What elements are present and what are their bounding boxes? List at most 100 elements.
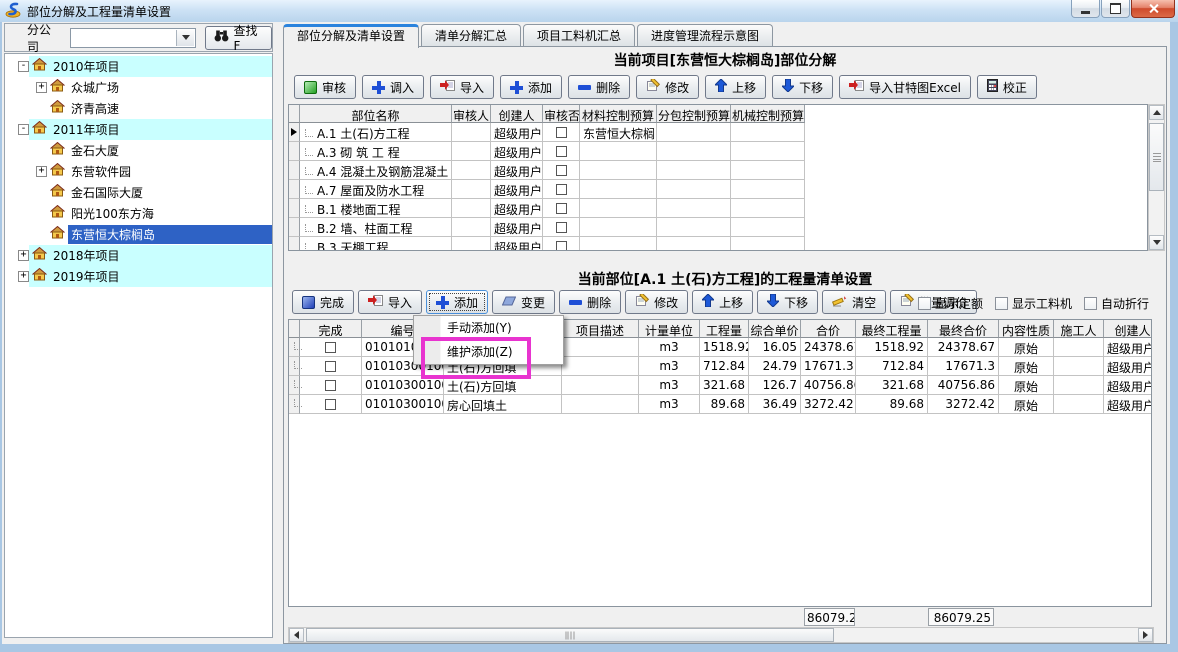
delete-button[interactable]: 删除 [568, 75, 630, 99]
tree-item-yangguang100[interactable]: 阳光100东方海 [5, 203, 272, 224]
checkbox-icon[interactable] [918, 297, 931, 310]
reviewed-checkbox[interactable] [556, 222, 567, 233]
table-row[interactable]: 010103001002 土(石)方回填 m3 321.68 126.7 407… [289, 376, 1151, 395]
reviewed-checkbox[interactable] [556, 127, 567, 138]
triangle-right-icon [1143, 631, 1148, 639]
move-up-button[interactable]: 上移 [692, 290, 753, 314]
reviewed-checkbox[interactable] [556, 241, 567, 252]
tree-item-zhongcheng[interactable]: + 众城广场 [5, 77, 272, 98]
move-down-button[interactable]: 下移 [772, 75, 833, 99]
transfer-in-button[interactable]: 调入 [362, 75, 424, 99]
collapse-icon[interactable]: - [18, 61, 29, 72]
tree-item-2019[interactable]: + 2019年项目 [5, 266, 272, 287]
move-up-button[interactable]: 上移 [705, 75, 766, 99]
table-row[interactable]: A.3 砌 筑 工 程 超级用户 [289, 142, 1147, 161]
part-table-vscrollbar[interactable] [1148, 104, 1165, 251]
scrollbar-thumb[interactable] [1149, 123, 1164, 191]
expand-icon[interactable]: + [36, 82, 47, 93]
scrollbar-thumb[interactable] [306, 628, 834, 642]
done-checkbox[interactable] [325, 361, 336, 372]
list-table-hscrollbar[interactable] [288, 627, 1154, 643]
scroll-left-button[interactable] [289, 628, 304, 642]
arrow-down-icon [782, 79, 794, 95]
tree-item-jinshi[interactable]: 金石大厦 [5, 140, 272, 161]
clear-button[interactable]: 清空 [822, 290, 886, 314]
house-icon [32, 121, 47, 137]
scroll-right-button[interactable] [1138, 628, 1153, 642]
modify-button[interactable]: 修改 [636, 75, 699, 99]
reviewed-checkbox[interactable] [556, 184, 567, 195]
table-row[interactable]: B.2 墙、柱面工程 超级用户 [289, 218, 1147, 237]
done-checkbox[interactable] [325, 380, 336, 391]
combobox-dropdown-button[interactable] [176, 30, 194, 46]
scroll-up-button[interactable] [1149, 105, 1164, 120]
minimize-button[interactable] [1071, 0, 1100, 18]
expand-icon[interactable]: + [18, 271, 29, 282]
list-toolbar: 完成 导入 添加 变更 删除 修改 上移 下移 清空 批量调价 [292, 290, 977, 314]
expand-icon[interactable]: + [36, 166, 47, 177]
table-row[interactable]: B.1 楼地面工程 超级用户 [289, 199, 1147, 218]
minus-icon [578, 85, 591, 90]
arrow-up-icon [715, 79, 727, 95]
part-table-header: 部位名称 审核人 创建人 审核否 材料控制预算 分包控制预算 机械控制预算 [289, 105, 1147, 123]
review-button[interactable]: 审核 [294, 75, 356, 99]
company-combobox[interactable] [70, 28, 196, 48]
tree-item-label-selected: 东营恒大棕榈岛 [68, 225, 272, 244]
edit-icon [635, 294, 649, 310]
tree-item-2010[interactable]: - 2010年项目 [5, 56, 272, 77]
checkbox-icon[interactable] [995, 297, 1008, 310]
move-down-button[interactable]: 下移 [757, 290, 818, 314]
import-gantt-excel-button[interactable]: 导入甘特图Excel [839, 75, 971, 99]
import-icon [440, 79, 455, 95]
tree-item-dongying-hengda-selected[interactable]: 东营恒大棕榈岛 [5, 224, 272, 245]
finish-button[interactable]: 完成 [292, 290, 354, 314]
column-header: 合价 [801, 320, 856, 338]
triangle-left-icon [294, 631, 299, 639]
tree-item-2018[interactable]: + 2018年项目 [5, 245, 272, 266]
scroll-down-button[interactable] [1149, 235, 1164, 250]
column-header: 机械控制预算 [731, 105, 805, 123]
tree-item-jinshi-guoji[interactable]: 金石国际大厦 [5, 182, 272, 203]
table-row[interactable]: A.7 屋面及防水工程 超级用户 [289, 180, 1147, 199]
tree-item-jiqing[interactable]: 济青高速 [5, 98, 272, 119]
reviewed-checkbox[interactable] [556, 165, 567, 176]
tree-item-2011[interactable]: - 2011年项目 [5, 119, 272, 140]
tab-progress-flow[interactable]: 进度管理流程示意图 [637, 24, 773, 46]
reviewed-checkbox[interactable] [556, 203, 567, 214]
collapse-icon[interactable]: - [18, 124, 29, 135]
plus-icon [510, 81, 523, 94]
import-icon [368, 294, 383, 310]
add-button-open[interactable]: 添加 [426, 290, 488, 314]
tab-material-summary[interactable]: 项目工料机汇总 [523, 24, 635, 46]
reviewed-checkbox[interactable] [556, 146, 567, 157]
show-quota-option[interactable]: 显示定额 [918, 295, 983, 312]
expand-icon[interactable]: + [18, 250, 29, 261]
recalculate-button[interactable]: 校正 [977, 75, 1037, 99]
import-button[interactable]: 导入 [358, 290, 422, 314]
column-header: 内容性质 [999, 320, 1054, 338]
table-row[interactable]: A.4 混凝土及钢筋混凝土 超级用户 [289, 161, 1147, 180]
tab-list-summary[interactable]: 清单分解汇总 [421, 24, 521, 46]
change-button[interactable]: 变更 [492, 290, 555, 314]
tree-item-label: 金石大厦 [68, 141, 122, 160]
show-material-option[interactable]: 显示工料机 [995, 295, 1072, 312]
checkbox-icon[interactable] [1084, 297, 1097, 310]
table-row[interactable]: B.3 天棚工程 超级用户 [289, 237, 1147, 251]
add-button[interactable]: 添加 [500, 75, 562, 99]
tree-item-dongying-ruanjianyuan[interactable]: + 东营软件园 [5, 161, 272, 182]
table-row[interactable]: 010103001003 房心回填土 m3 89.68 36.49 3272.4… [289, 395, 1151, 414]
house-icon [50, 100, 65, 116]
column-header: 完成 [300, 320, 362, 338]
final-amount-total-box: 86079.25 [928, 608, 994, 626]
done-checkbox[interactable] [325, 399, 336, 410]
modify-button[interactable]: 修改 [625, 290, 688, 314]
search-button[interactable]: 查找F [205, 26, 272, 50]
table-row[interactable]: A.1 土(石)方工程 超级用户 东营恒大棕榈岛 [289, 123, 1147, 142]
import-button[interactable]: 导入 [430, 75, 494, 99]
delete-button[interactable]: 删除 [559, 290, 621, 314]
done-checkbox[interactable] [325, 342, 336, 353]
auto-wrap-option[interactable]: 自动折行 [1084, 295, 1149, 312]
tab-part-breakdown[interactable]: 部位分解及清单设置 [283, 24, 419, 48]
close-button[interactable] [1131, 0, 1175, 18]
maximize-button[interactable] [1101, 0, 1130, 18]
